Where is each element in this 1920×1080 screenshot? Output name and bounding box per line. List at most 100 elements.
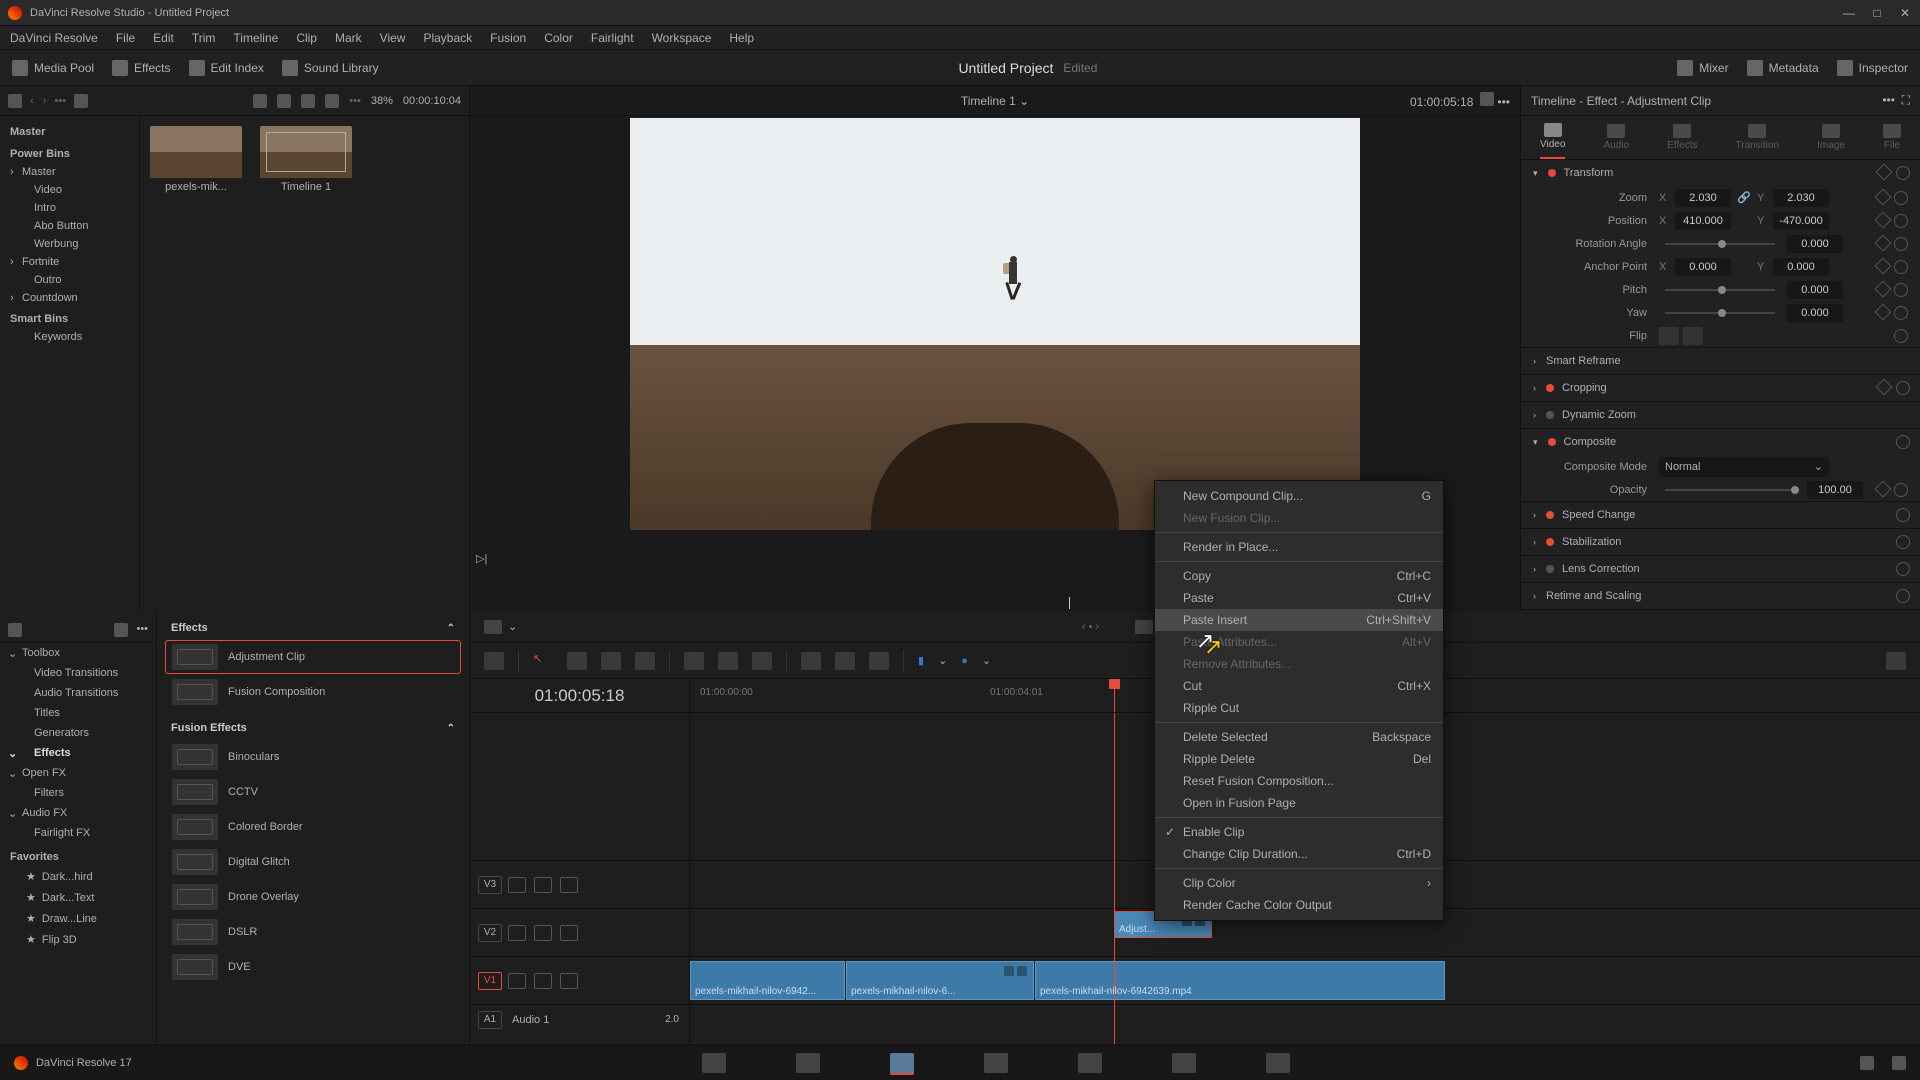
menu-color[interactable]: Color — [544, 31, 573, 45]
menu-fairlight[interactable]: Fairlight — [591, 31, 634, 45]
track-header-a1[interactable]: A1Audio 12.0 — [470, 1004, 689, 1034]
menu-davinci-resolve[interactable]: DaVinci Resolve — [10, 31, 98, 45]
page-color-icon[interactable] — [1078, 1053, 1102, 1073]
link-tool-icon[interactable] — [835, 652, 855, 670]
page-deliver-icon[interactable] — [1266, 1053, 1290, 1073]
mixer-button[interactable]: Mixer — [1677, 60, 1728, 76]
fx-drone-overlay[interactable]: Drone Overlay — [165, 880, 461, 914]
insert-clip-icon[interactable] — [684, 652, 704, 670]
ctx-open-in-fusion-page[interactable]: Open in Fusion Page — [1155, 792, 1443, 814]
fusion-effects-group[interactable]: Fusion Effects⌃ — [165, 717, 461, 739]
master-bin[interactable]: Master — [0, 122, 139, 142]
flip-h-button[interactable] — [1659, 327, 1679, 345]
fx-colored-border[interactable]: Colored Border — [165, 810, 461, 844]
bin-intro[interactable]: Intro — [0, 199, 139, 217]
fx-menu-icon[interactable] — [8, 623, 22, 637]
first-frame-icon[interactable] — [1135, 620, 1153, 634]
maximize-button[interactable]: □ — [1870, 6, 1884, 20]
section-composite[interactable]: ▾Composite — [1521, 429, 1920, 455]
thumb-1[interactable]: Timeline 1 — [260, 126, 352, 193]
toolbox-cat[interactable]: Toolbox — [0, 643, 156, 663]
ctx-render-in-place-[interactable]: Render in Place... — [1155, 536, 1443, 558]
effects-cat[interactable]: Effects — [0, 743, 156, 763]
trim-tool-icon[interactable] — [567, 652, 587, 670]
fxcat-video-transitions[interactable]: Video Transitions — [0, 663, 156, 683]
fairlightfx-cat[interactable]: Fairlight FX — [0, 823, 156, 843]
ctx-change-clip-duration-[interactable]: Change Clip Duration...Ctrl+D — [1155, 843, 1443, 865]
clip-3[interactable]: pexels-mikhail-nilov-6942639.mp4 — [1035, 961, 1445, 1000]
auto-select-icon[interactable] — [534, 877, 552, 893]
fx-adjustment-clip[interactable]: Adjustment Clip — [165, 640, 461, 674]
bin-countdown[interactable]: Countdown — [0, 289, 139, 307]
bin-werbung[interactable]: Werbung — [0, 235, 139, 253]
page-media-icon[interactable] — [702, 1053, 726, 1073]
lock-icon[interactable] — [508, 877, 526, 893]
menu-fusion[interactable]: Fusion — [490, 31, 526, 45]
section-smart-reframe[interactable]: ›Smart Reframe — [1521, 348, 1920, 374]
playhead-icon[interactable] — [1114, 713, 1115, 1044]
fav-item[interactable]: ★Flip 3D — [0, 929, 156, 950]
openfx-cat[interactable]: Open FX — [0, 763, 156, 783]
ctx-enable-clip[interactable]: Enable Clip — [1155, 821, 1443, 843]
minimize-button[interactable]: — — [1842, 6, 1856, 20]
audiofx-cat[interactable]: Audio FX — [0, 803, 156, 823]
search-icon[interactable] — [301, 94, 315, 108]
effects-button[interactable]: Effects — [112, 60, 170, 76]
section-dynamic-zoom[interactable]: ›Dynamic Zoom — [1521, 402, 1920, 428]
fx-search-icon[interactable] — [114, 623, 128, 637]
bin-master[interactable]: Master — [0, 163, 139, 181]
marker-tool-icon[interactable] — [801, 652, 821, 670]
menu-view[interactable]: View — [380, 31, 406, 45]
menu-mark[interactable]: Mark — [335, 31, 362, 45]
menu-file[interactable]: File — [116, 31, 135, 45]
ctx-cut[interactable]: CutCtrl+X — [1155, 675, 1443, 697]
section-speed[interactable]: ›Speed Change — [1521, 502, 1920, 528]
fx-cctv[interactable]: CCTV — [165, 775, 461, 809]
fx-binoculars[interactable]: Binoculars — [165, 740, 461, 774]
home-icon[interactable] — [1860, 1056, 1874, 1070]
reset-icon[interactable] — [1896, 166, 1910, 180]
pos-x[interactable] — [1675, 212, 1731, 230]
selection-tool-icon[interactable]: ↖ — [533, 652, 553, 670]
thumb-0[interactable]: pexels-mik... — [150, 126, 242, 193]
filter-icon[interactable] — [325, 94, 339, 108]
ctx-ripple-delete[interactable]: Ripple DeleteDel — [1155, 748, 1443, 770]
menu-timeline[interactable]: Timeline — [233, 31, 278, 45]
flip-v-button[interactable] — [1683, 327, 1703, 345]
fx-fusion-composition[interactable]: Fusion Composition — [165, 675, 461, 709]
track-header-v2[interactable]: V2 — [470, 908, 689, 956]
anchor-y[interactable] — [1773, 258, 1829, 276]
keywords-bin[interactable]: Keywords — [0, 328, 139, 346]
menu-help[interactable]: Help — [729, 31, 754, 45]
edit-index-button[interactable]: Edit Index — [189, 60, 264, 76]
track-header-v3[interactable]: V3 — [470, 860, 689, 908]
ctx-delete-selected[interactable]: Delete SelectedBackspace — [1155, 726, 1443, 748]
ctx-copy[interactable]: CopyCtrl+C — [1155, 565, 1443, 587]
tl-menu-icon[interactable] — [484, 620, 502, 634]
lock-tool-icon[interactable] — [869, 652, 889, 670]
replace-clip-icon[interactable] — [752, 652, 772, 670]
rotation[interactable] — [1787, 235, 1843, 253]
effects-group[interactable]: Effects⌃ — [165, 617, 461, 639]
page-edit-icon[interactable] — [890, 1053, 914, 1073]
ctx-clip-color[interactable]: Clip Color — [1155, 872, 1443, 894]
menu-clip[interactable]: Clip — [296, 31, 317, 45]
yaw[interactable] — [1787, 304, 1843, 322]
fxcat-generators[interactable]: Generators — [0, 723, 156, 743]
inspector-button[interactable]: Inspector — [1837, 60, 1908, 76]
ctx-render-cache-color-output[interactable]: Render Cache Color Output — [1155, 894, 1443, 916]
menu-playback[interactable]: Playback — [423, 31, 472, 45]
clip-1[interactable]: pexels-mikhail-nilov-6942... — [690, 961, 845, 1000]
fx-dslr[interactable]: DSLR — [165, 915, 461, 949]
tl-search-icon[interactable] — [1886, 652, 1906, 670]
sound-lib-button[interactable]: Sound Library — [282, 60, 379, 76]
zoom-y[interactable] — [1773, 189, 1829, 207]
fav-item[interactable]: ★Dark...hird — [0, 866, 156, 887]
pos-y[interactable] — [1773, 212, 1829, 230]
fx-dve[interactable]: DVE — [165, 950, 461, 984]
ctx-reset-fusion-composition-[interactable]: Reset Fusion Composition... — [1155, 770, 1443, 792]
fav-item[interactable]: ★Draw...Line — [0, 908, 156, 929]
menu-edit[interactable]: Edit — [153, 31, 174, 45]
bin-abo-button[interactable]: Abo Button — [0, 217, 139, 235]
pitch[interactable] — [1787, 281, 1843, 299]
